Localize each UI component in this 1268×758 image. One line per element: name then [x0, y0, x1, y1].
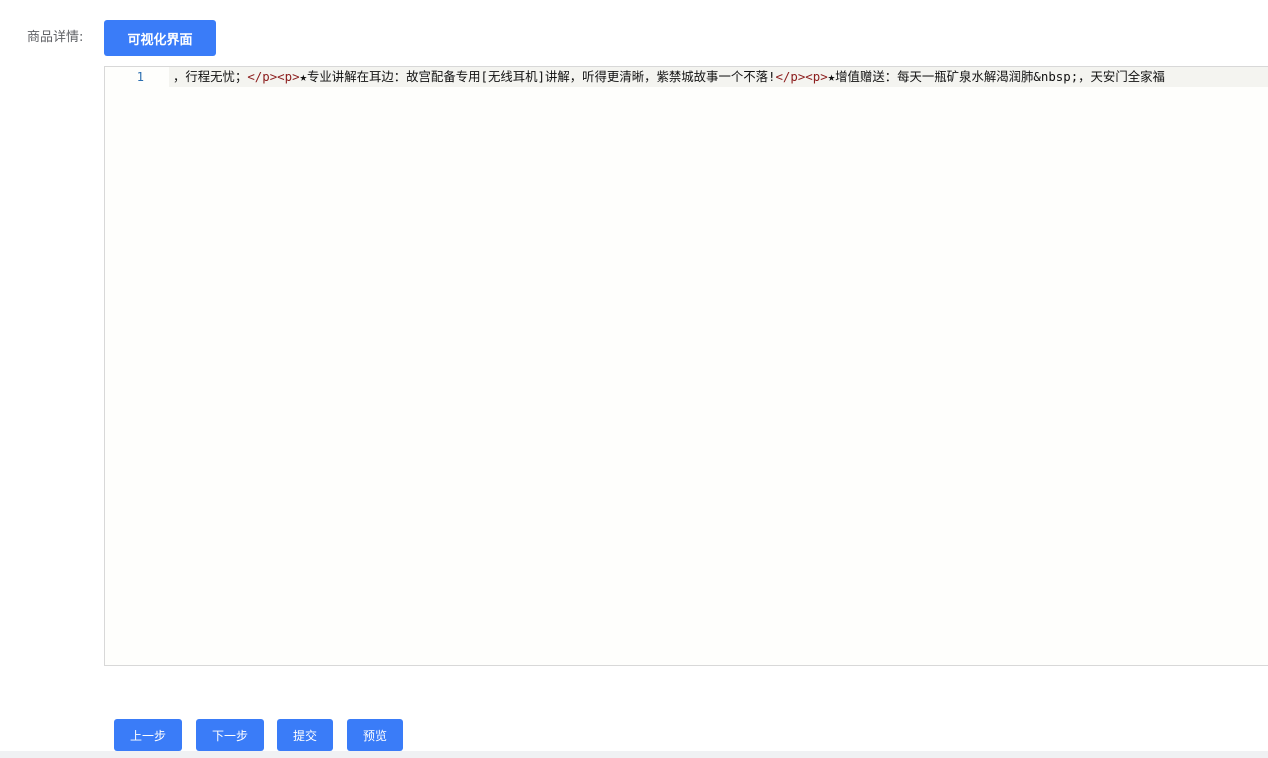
code-text: ★专业讲解在耳边：故宫配备专用[无线耳机]讲解，听得更清晰，紫禁城故事一个不落! [299, 69, 776, 84]
code-text: ，行程无忧； [173, 69, 248, 84]
preview-button[interactable]: 预览 [347, 719, 403, 751]
product-detail-label: 商品详情: [27, 30, 84, 45]
line-number: 1 [136, 70, 144, 84]
code-line-active[interactable]: ，行程无忧；</p><p>★专业讲解在耳边：故宫配备专用[无线耳机]讲解，听得更… [169, 67, 1268, 87]
next-step-button[interactable]: 下一步 [196, 719, 264, 751]
submit-button[interactable]: 提交 [277, 719, 333, 751]
visual-editor-toggle-button[interactable]: 可视化界面 [104, 20, 216, 56]
html-tag-token: </p><p> [247, 69, 300, 84]
code-text: ★增值赠送：每天一瓶矿泉水解渴润肺&nbsp;，天安门全家福 [827, 69, 1165, 84]
page-footer-strip [0, 751, 1268, 758]
previous-step-button[interactable]: 上一步 [114, 719, 182, 751]
product-detail-form: 商品详情: 可视化界面 1 ，行程无忧；</p><p>★专业讲解在耳边：故宫配备… [0, 0, 1268, 758]
source-code-editor[interactable]: 1 ，行程无忧；</p><p>★专业讲解在耳边：故宫配备专用[无线耳机]讲解，听… [104, 66, 1268, 666]
line-number-gutter: 1 [105, 67, 169, 665]
html-tag-token: </p><p> [775, 69, 828, 84]
